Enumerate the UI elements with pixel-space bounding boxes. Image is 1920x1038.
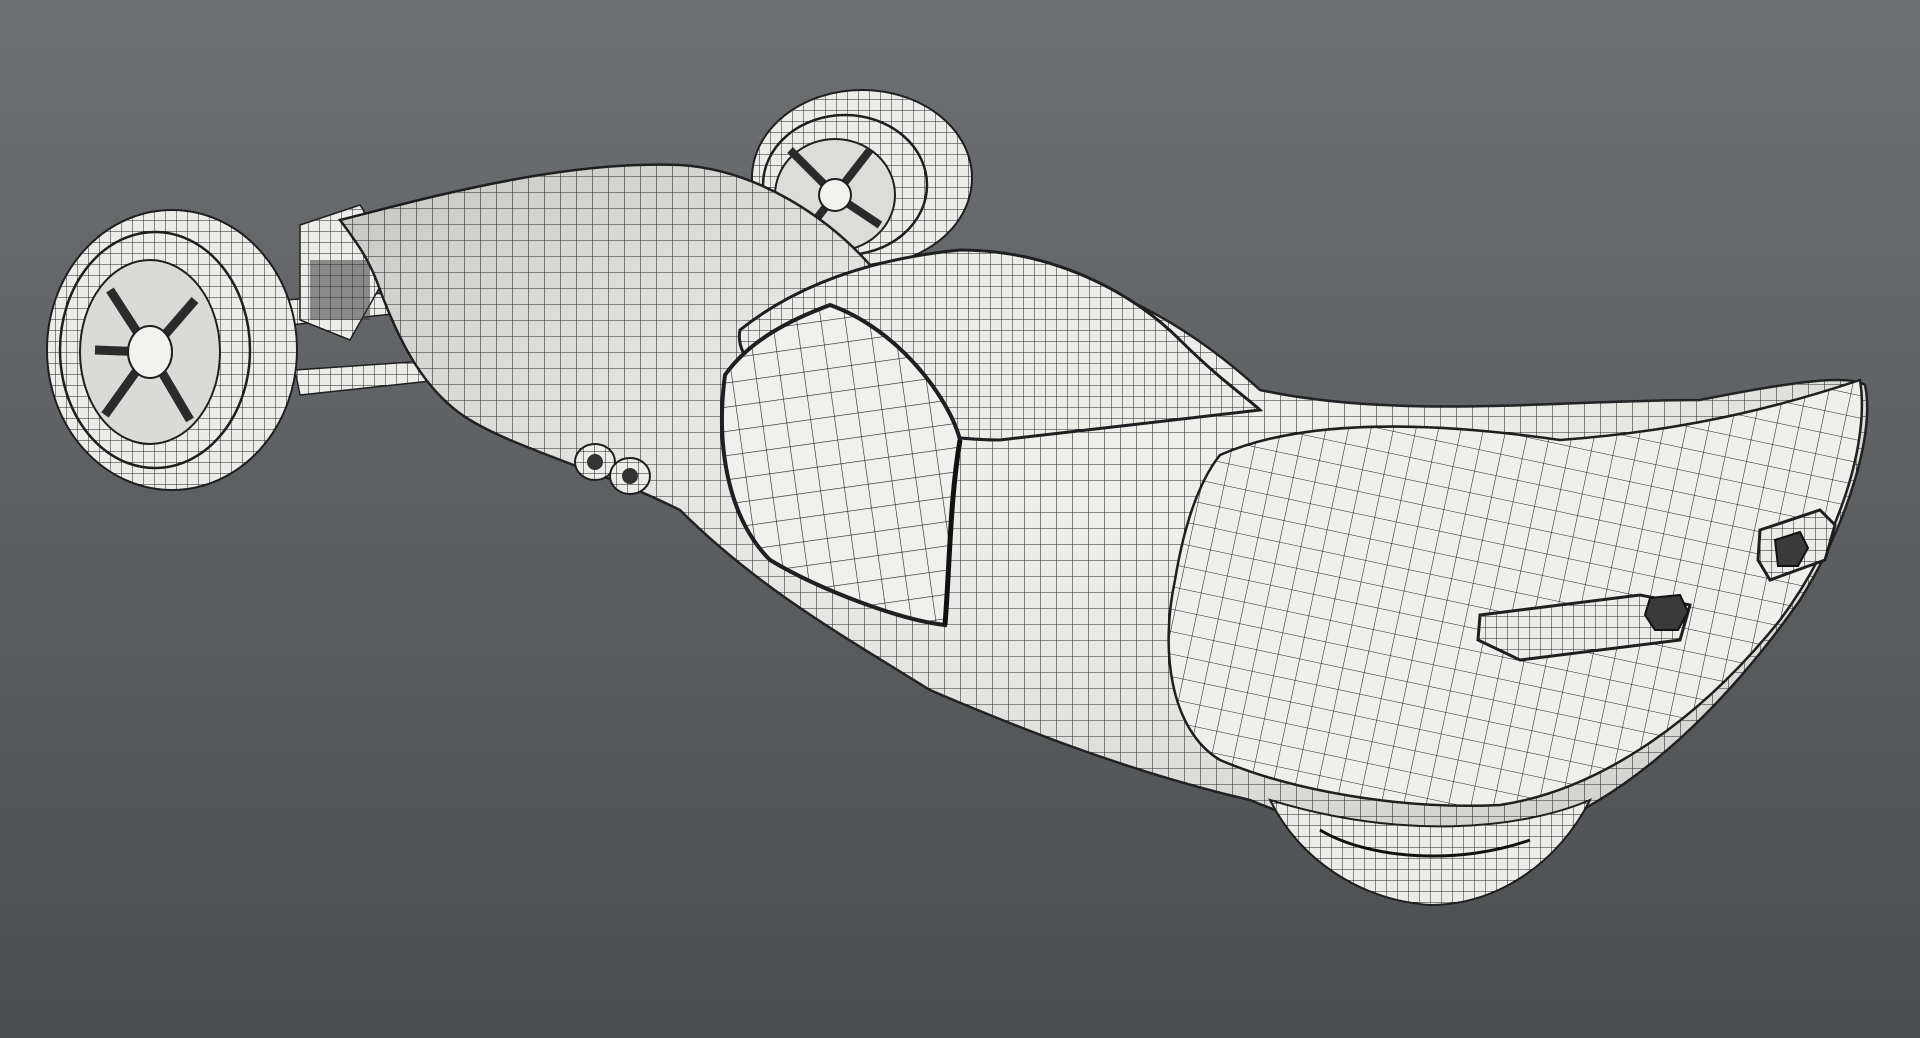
front-wheel bbox=[46, 209, 298, 491]
wireframe-car-render bbox=[46, 89, 1869, 907]
rear-spoiler bbox=[1167, 378, 1864, 808]
3d-viewport[interactable] bbox=[0, 0, 1920, 1038]
